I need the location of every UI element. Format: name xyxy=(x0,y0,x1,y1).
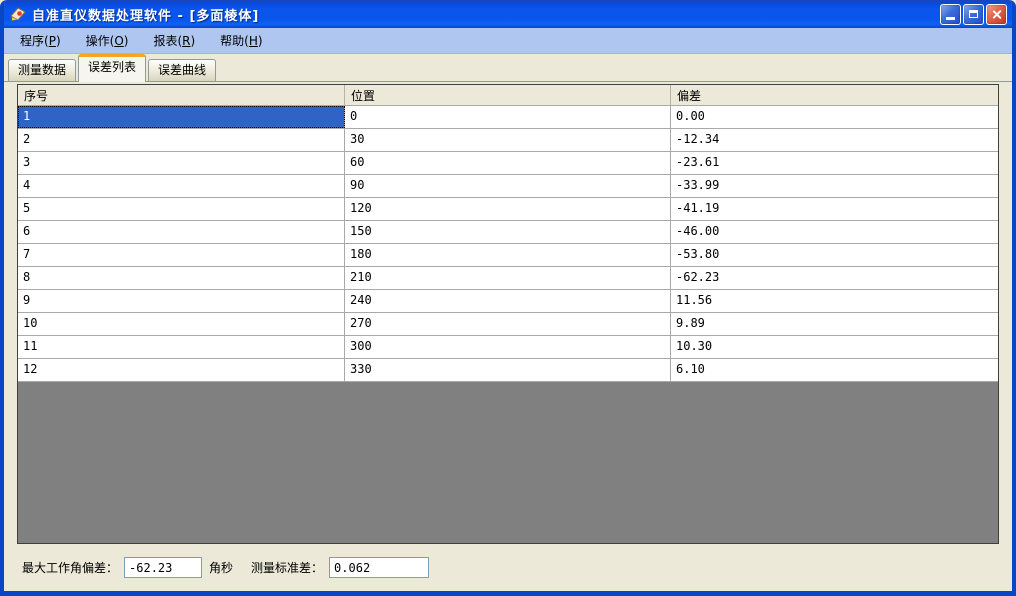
table-row[interactable]: 11 300 10.30 xyxy=(18,336,998,359)
cell-position[interactable]: 270 xyxy=(345,313,671,335)
table-row[interactable]: 7 180 -53.80 xyxy=(18,244,998,267)
menu-label: ) xyxy=(124,34,129,48)
cell-position[interactable]: 300 xyxy=(345,336,671,358)
menu-label: 程序( xyxy=(20,34,49,48)
cell-position[interactable]: 240 xyxy=(345,290,671,312)
table-row[interactable]: 3 60 -23.61 xyxy=(18,152,998,175)
cell-deviation[interactable]: -41.19 xyxy=(671,198,998,220)
minimize-button[interactable] xyxy=(940,4,961,25)
cell-seq[interactable]: 6 xyxy=(18,221,345,243)
table-row[interactable]: 5 120 -41.19 xyxy=(18,198,998,221)
menu-item-report[interactable]: 报表(R) xyxy=(143,28,205,53)
cell-deviation[interactable]: 6.10 xyxy=(671,359,998,381)
table-row[interactable]: 9 240 11.56 xyxy=(18,290,998,313)
max-deviation-input[interactable] xyxy=(124,557,202,578)
column-header-position[interactable]: 位置 xyxy=(345,85,671,105)
close-button[interactable] xyxy=(986,4,1007,25)
app-window: 自准直仪数据处理软件 - [多面棱体] 程序(P) 操作(O) 报表(R) 帮助… xyxy=(0,0,1016,596)
max-deviation-label: 最大工作角偏差： xyxy=(22,559,118,576)
menu-label: ) xyxy=(190,34,195,48)
cell-position[interactable]: 0 xyxy=(345,106,671,128)
maximize-button[interactable] xyxy=(963,4,984,25)
cell-position[interactable]: 60 xyxy=(345,152,671,174)
cell-deviation[interactable]: -12.34 xyxy=(671,129,998,151)
stddev-label: 测量标准差： xyxy=(251,559,323,576)
cell-seq[interactable]: 2 xyxy=(18,129,345,151)
maximize-icon xyxy=(969,10,978,18)
tab-page-error-list: 序号 位置 偏差 1 0 0.00 2 30 -12.34 3 60 -23.6… xyxy=(4,81,1012,591)
cell-position[interactable]: 30 xyxy=(345,129,671,151)
cell-deviation[interactable]: 9.89 xyxy=(671,313,998,335)
cell-deviation[interactable]: -33.99 xyxy=(671,175,998,197)
menu-mnemonic: H xyxy=(249,34,258,48)
cell-deviation[interactable]: -62.23 xyxy=(671,267,998,289)
cell-position[interactable]: 180 xyxy=(345,244,671,266)
footer-panel: 最大工作角偏差： 角秒 测量标准差： xyxy=(4,544,1012,591)
tab-strip: 测量数据 误差列表 误差曲线 xyxy=(4,55,1012,81)
grid-empty-area xyxy=(18,382,998,543)
menu-label: 帮助( xyxy=(220,34,249,48)
table-row[interactable]: 6 150 -46.00 xyxy=(18,221,998,244)
cell-seq[interactable]: 3 xyxy=(18,152,345,174)
cell-position[interactable]: 330 xyxy=(345,359,671,381)
cell-deviation[interactable]: -46.00 xyxy=(671,221,998,243)
cell-seq[interactable]: 4 xyxy=(18,175,345,197)
cell-seq-selected[interactable]: 1 xyxy=(18,106,345,128)
cell-position[interactable]: 90 xyxy=(345,175,671,197)
close-icon xyxy=(991,9,1002,20)
menu-label: ) xyxy=(258,34,263,48)
app-icon xyxy=(9,5,27,23)
cell-position[interactable]: 150 xyxy=(345,221,671,243)
cell-deviation[interactable]: 0.00 xyxy=(671,106,998,128)
cell-deviation[interactable]: -53.80 xyxy=(671,244,998,266)
table-row[interactable]: 12 330 6.10 xyxy=(18,359,998,382)
minimize-icon xyxy=(946,17,955,20)
stddev-input[interactable] xyxy=(329,557,429,578)
cell-seq[interactable]: 8 xyxy=(18,267,345,289)
menu-label: ) xyxy=(56,34,61,48)
tab-error-curve[interactable]: 误差曲线 xyxy=(148,59,216,81)
grid-header-row: 序号 位置 偏差 xyxy=(18,85,998,106)
column-header-seq[interactable]: 序号 xyxy=(18,85,345,105)
table-row[interactable]: 10 270 9.89 xyxy=(18,313,998,336)
cell-deviation[interactable]: 10.30 xyxy=(671,336,998,358)
menu-mnemonic: O xyxy=(114,34,123,48)
table-row[interactable]: 4 90 -33.99 xyxy=(18,175,998,198)
menu-item-program[interactable]: 程序(P) xyxy=(10,28,71,53)
menu-item-help[interactable]: 帮助(H) xyxy=(210,28,272,53)
menubar: 程序(P) 操作(O) 报表(R) 帮助(H) xyxy=(4,28,1012,54)
cell-seq[interactable]: 9 xyxy=(18,290,345,312)
unit-label: 角秒 xyxy=(209,559,233,576)
cell-deviation[interactable]: -23.61 xyxy=(671,152,998,174)
data-grid: 序号 位置 偏差 1 0 0.00 2 30 -12.34 3 60 -23.6… xyxy=(17,84,999,544)
table-row[interactable]: 1 0 0.00 xyxy=(18,106,998,129)
cell-position[interactable]: 120 xyxy=(345,198,671,220)
menu-item-operation[interactable]: 操作(O) xyxy=(76,28,139,53)
column-header-deviation[interactable]: 偏差 xyxy=(671,85,998,105)
window-controls xyxy=(938,4,1007,25)
titlebar[interactable]: 自准直仪数据处理软件 - [多面棱体] xyxy=(0,0,1016,28)
tab-measurement-data[interactable]: 测量数据 xyxy=(8,59,76,81)
cell-position[interactable]: 210 xyxy=(345,267,671,289)
cell-seq[interactable]: 12 xyxy=(18,359,345,381)
table-row[interactable]: 2 30 -12.34 xyxy=(18,129,998,152)
cell-seq[interactable]: 7 xyxy=(18,244,345,266)
cell-seq[interactable]: 10 xyxy=(18,313,345,335)
tab-error-list[interactable]: 误差列表 xyxy=(78,54,146,82)
menu-mnemonic: P xyxy=(49,34,56,48)
table-row[interactable]: 8 210 -62.23 xyxy=(18,267,998,290)
menu-label: 操作( xyxy=(86,34,115,48)
cell-deviation[interactable]: 11.56 xyxy=(671,290,998,312)
window-title: 自准直仪数据处理软件 - [多面棱体] xyxy=(32,5,938,24)
cell-seq[interactable]: 11 xyxy=(18,336,345,358)
cell-seq[interactable]: 5 xyxy=(18,198,345,220)
menu-label: 报表( xyxy=(153,34,182,48)
